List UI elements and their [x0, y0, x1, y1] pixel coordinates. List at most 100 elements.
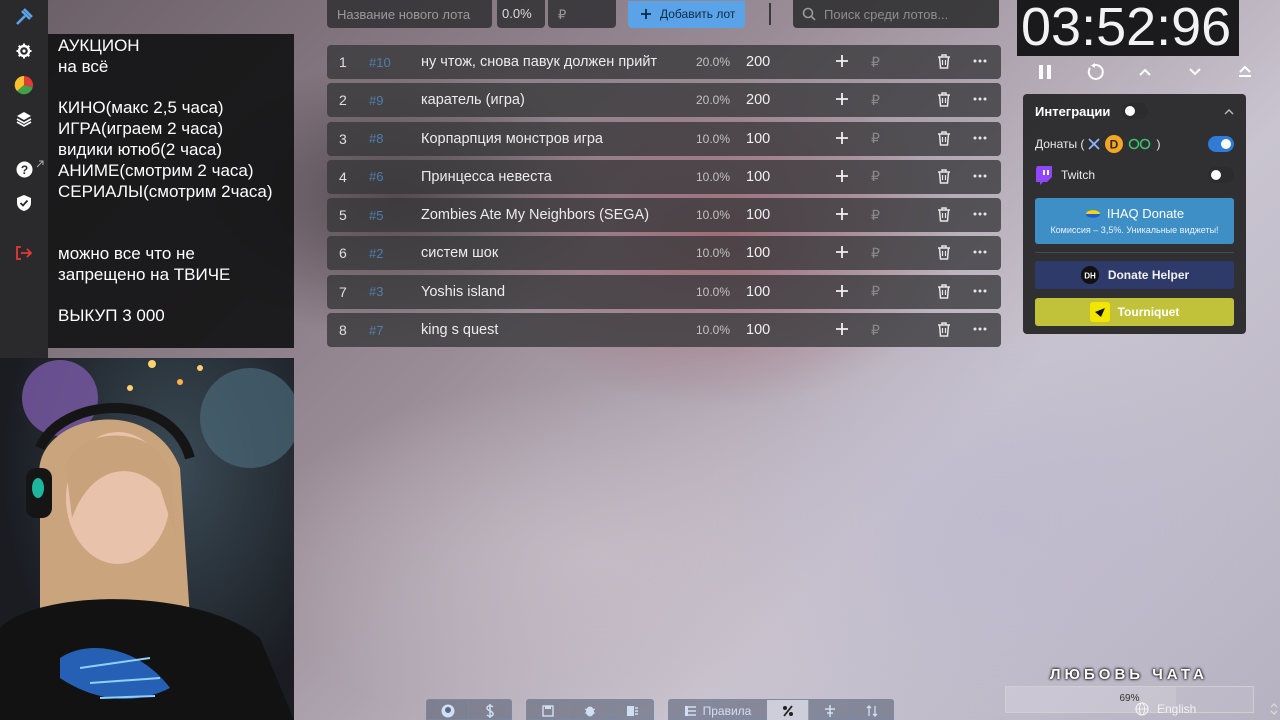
trash-icon[interactable]	[937, 169, 951, 184]
help-icon[interactable]: ?	[0, 152, 48, 186]
trash-icon[interactable]	[937, 284, 951, 299]
lot-name[interactable]: каратель (игра)	[421, 92, 525, 108]
lot-row[interactable]: 8 #7 king s quest 10.0% 100 ₽	[327, 313, 1001, 348]
lot-add-amount-input[interactable]: ₽	[871, 92, 880, 109]
lot-number: 7	[339, 283, 347, 300]
more-options-icon[interactable]	[973, 131, 987, 145]
integrations-toggle[interactable]	[1122, 103, 1149, 119]
lot-row[interactable]: 6 #2 систем шок 10.0% 100 ₽	[327, 236, 1001, 271]
lot-amount: 100	[746, 168, 771, 185]
sort-button[interactable]	[851, 700, 893, 720]
lot-row[interactable]: 4 #6 Принцесса невеста 10.0% 100 ₽	[327, 159, 1001, 194]
settings-gear-icon[interactable]	[0, 34, 48, 68]
dollar-icon	[486, 703, 494, 718]
lot-add-amount-input[interactable]: ₽	[871, 130, 880, 147]
more-options-icon[interactable]	[973, 207, 987, 221]
tourniquet-button[interactable]: Tourniquet	[1035, 298, 1234, 326]
twitch-label: Twitch	[1061, 167, 1096, 182]
more-options-icon[interactable]	[973, 322, 987, 336]
wheel-chart-icon[interactable]	[0, 68, 48, 102]
more-options-icon[interactable]	[973, 54, 987, 68]
trash-icon[interactable]	[937, 54, 951, 69]
plus-icon	[641, 9, 651, 19]
donations-toggle[interactable]	[1208, 135, 1234, 152]
add-amount-plus-icon[interactable]	[835, 131, 849, 145]
donate-helper-button[interactable]: DH Donate Helper	[1035, 261, 1234, 289]
lot-name[interactable]: Корпарпция монстров игра	[421, 131, 603, 147]
lot-row[interactable]: 5 #5 Zombies Ate My Neighbors (SEGA) 10.…	[327, 198, 1001, 233]
select-arrows-icon	[1270, 703, 1278, 715]
add-amount-plus-icon[interactable]	[835, 92, 849, 106]
lot-name[interactable]: ну чтож, снова павук должен прийт	[421, 54, 657, 70]
lot-add-amount-input[interactable]: ₽	[871, 322, 880, 339]
rules-line: ИГРА(играем 2 часа)	[58, 119, 224, 139]
lot-add-amount-input[interactable]: ₽	[871, 168, 880, 185]
lot-add-amount-input[interactable]: ₽	[871, 207, 880, 224]
reset-timer-button[interactable]	[1083, 60, 1107, 84]
toolbar-divider	[769, 3, 771, 25]
add-amount-plus-icon[interactable]	[835, 322, 849, 336]
search-placeholder: Поиск среди лотов...	[824, 6, 949, 22]
lot-name[interactable]: Принцесса невеста	[421, 169, 552, 185]
new-lot-name-input[interactable]: Название нового лота	[327, 0, 492, 28]
layers-icon[interactable]	[0, 102, 48, 136]
tourniquet-label: Tourniquet	[1117, 305, 1180, 319]
webcam-feed	[0, 358, 294, 720]
trash-icon[interactable]	[937, 207, 951, 222]
lot-name[interactable]: king s quest	[421, 322, 498, 338]
add-amount-plus-icon[interactable]	[835, 54, 849, 68]
save-button[interactable]	[527, 700, 569, 720]
add-amount-plus-icon[interactable]	[835, 245, 849, 259]
timer-controls	[1033, 60, 1257, 84]
add-amount-plus-icon[interactable]	[835, 207, 849, 221]
lot-number: 8	[339, 322, 347, 339]
timer-double-increase-button[interactable]	[1233, 60, 1257, 84]
percent-mode-button[interactable]	[767, 700, 809, 720]
timer-increase-button[interactable]	[1133, 60, 1157, 84]
ihaq-donate-button[interactable]: IHAQ Donate Комиссия – 3,5%. Уникальные …	[1035, 198, 1234, 244]
logout-icon[interactable]	[0, 236, 48, 270]
lot-row[interactable]: 3 #8 Корпарпция монстров игра 10.0% 100 …	[327, 121, 1001, 156]
lot-add-amount-input[interactable]: ₽	[871, 245, 880, 262]
pause-button[interactable]	[1033, 60, 1057, 84]
align-button[interactable]	[809, 700, 851, 720]
auction-logo-icon[interactable]	[0, 0, 48, 34]
trash-icon[interactable]	[937, 322, 951, 337]
rules-line: КИНО(макс 2,5 часа)	[58, 98, 224, 118]
add-amount-plus-icon[interactable]	[835, 284, 849, 298]
add-lot-bar: Название нового лота 0.0% ₽ Добавить лот…	[327, 0, 999, 28]
shield-check-icon[interactable]	[0, 186, 48, 220]
language-selector[interactable]: English	[1135, 702, 1278, 716]
trash-icon[interactable]	[937, 130, 951, 146]
add-amount-plus-icon[interactable]	[835, 169, 849, 183]
twitch-toggle[interactable]	[1208, 166, 1234, 183]
more-options-icon[interactable]	[973, 169, 987, 183]
more-options-icon[interactable]	[973, 245, 987, 259]
more-options-icon[interactable]	[973, 92, 987, 106]
lot-row[interactable]: 2 #9 каратель (игра) 20.0% 200 ₽	[327, 83, 1001, 118]
lot-name[interactable]: систем шок	[421, 245, 498, 261]
lot-row[interactable]: 1 #10 ну чтож, снова павук должен прийт …	[327, 45, 1001, 79]
more-options-icon[interactable]	[973, 284, 987, 298]
trash-icon[interactable]	[937, 245, 951, 261]
lot-row[interactable]: 7 #3 Yoshis island 10.0% 100 ₽	[327, 274, 1001, 309]
timer-decrease-button[interactable]	[1183, 60, 1207, 84]
lot-search-input[interactable]: Поиск среди лотов...	[793, 0, 999, 28]
bug-report-button[interactable]	[569, 700, 611, 720]
lot-add-amount-input[interactable]: ₽	[871, 283, 880, 300]
lot-name[interactable]: Yoshis island	[421, 284, 505, 300]
rules-button[interactable]: Правила	[669, 700, 767, 720]
clear-lots-button[interactable]	[611, 700, 653, 720]
lot-number: 2	[339, 92, 347, 109]
donate-button[interactable]	[469, 700, 511, 720]
github-button[interactable]	[427, 700, 469, 720]
new-lot-amount-input[interactable]: ₽	[548, 0, 616, 28]
lot-name[interactable]: Zombies Ate My Neighbors (SEGA)	[421, 207, 649, 223]
add-lot-button[interactable]: Добавить лот	[628, 0, 745, 28]
lot-add-amount-input[interactable]: ₽	[871, 54, 880, 71]
auction-timer: 03:52:96	[1017, 0, 1239, 56]
x-brand-icon	[1088, 137, 1101, 150]
rules-line: видики ютюб(2 часа)	[58, 139, 223, 159]
trash-icon[interactable]	[937, 92, 951, 108]
chevron-up-icon[interactable]	[1224, 108, 1234, 115]
